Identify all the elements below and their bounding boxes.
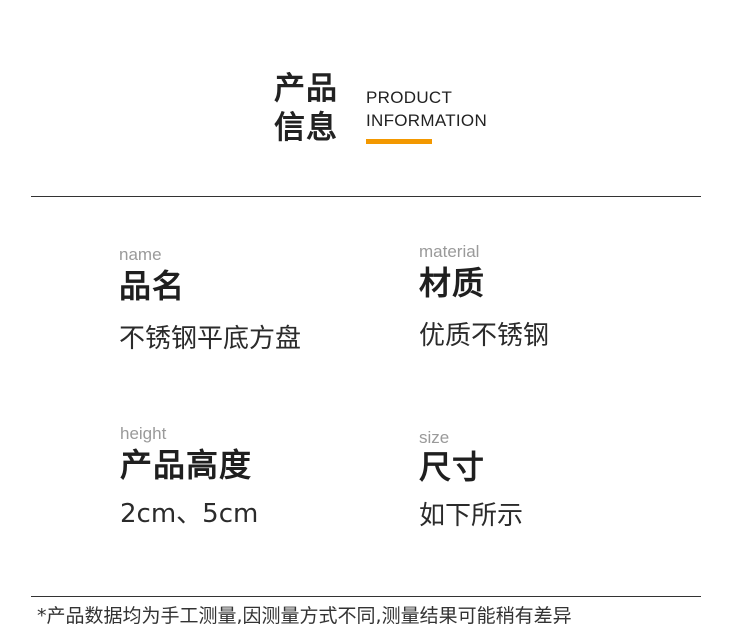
spec-height-label: 产品高度 [120, 446, 253, 484]
spec-material-value: 优质不锈钢 [419, 321, 550, 351]
spec-name-label: 品名 [119, 267, 186, 305]
spec-height-value: 2cm、5cm [120, 499, 259, 529]
spec-name: name 品名 不锈钢平底方盘 [119, 245, 301, 355]
spec-material-label: 材质 [419, 264, 486, 302]
spec-size-value: 如下所示 [419, 501, 524, 531]
spec-height-english: height [120, 424, 167, 443]
measurement-disclaimer: *产品数据均为手工测量,因测量方式不同,测量结果可能稍有差异 [37, 605, 572, 627]
spec-size-english: size [419, 428, 450, 447]
top-divider [31, 196, 701, 197]
header-title-english-line1: PRODUCT [366, 88, 453, 107]
spec-material-english: material [419, 242, 480, 261]
spec-height: height 产品高度 2cm、5cm [120, 424, 258, 530]
header-title-chinese: 产品信息 [274, 71, 338, 146]
spec-size: size 尺寸 如下所示 [419, 428, 523, 532]
header-title-english-line2: INFORMATION [366, 111, 488, 130]
header-accent-bar [366, 139, 432, 144]
spec-size-label: 尺寸 [419, 448, 486, 486]
bottom-divider [31, 596, 701, 597]
header-title-english: PRODUCT INFORMATION [366, 86, 487, 132]
spec-name-value: 不锈钢平底方盘 [119, 324, 302, 354]
spec-material: material 材质 优质不锈钢 [419, 242, 549, 352]
spec-name-english: name [119, 245, 162, 264]
